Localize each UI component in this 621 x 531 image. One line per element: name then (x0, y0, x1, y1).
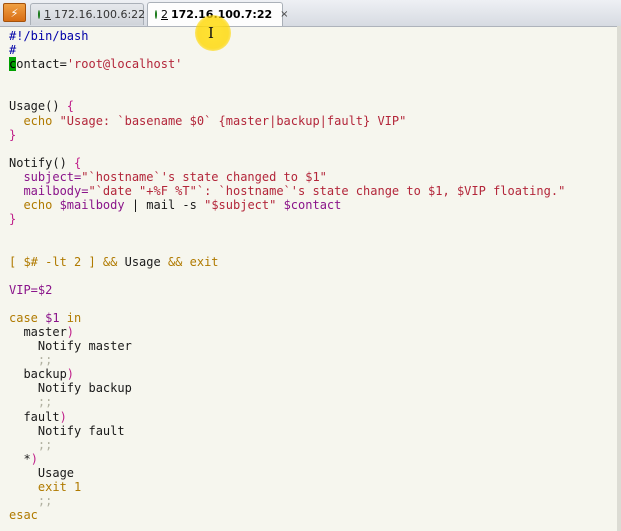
tab-session-1[interactable]: 1 172.16.100.6:22 (30, 3, 146, 25)
code-token: * (9, 451, 31, 466)
code-line: ;; (9, 437, 53, 452)
code-token: && exit (160, 254, 219, 269)
session-tab-bar: ⚡ 1 172.16.100.6:22 2 172.16.100.7:22 × (0, 0, 621, 27)
code-token: $1 (45, 310, 60, 325)
code-token: "`date "+%F %T"`: `hostname`'s state cha… (88, 184, 566, 199)
code-token: $mailbody (59, 198, 125, 213)
code-line: Notify fault (9, 423, 125, 438)
code-line: Notify master (9, 339, 132, 354)
code-token: Usage (124, 254, 161, 269)
code-line: ;; (9, 353, 53, 368)
code-token: | mail -s (124, 198, 205, 213)
code-token: case (9, 310, 46, 325)
code-token: 'root@localhost' (66, 57, 183, 72)
close-tab-icon[interactable]: × (280, 9, 288, 20)
code-token: [ $# -lt 2 ] && (9, 254, 125, 269)
connection-status-icon (155, 10, 157, 19)
code-token: "`hostname`'s state changed to $1" (81, 169, 327, 184)
code-token: Usage() (9, 99, 67, 114)
code-token: ontact= (16, 57, 67, 72)
code-token: "$subject" (204, 198, 277, 213)
terminal-editor[interactable]: #!/bin/bash # contact='root@localhost' U… (0, 26, 617, 531)
code-token: echo (9, 113, 60, 128)
tab-label: 172.16.100.6:22 (54, 8, 146, 21)
code-token: ) (30, 451, 38, 466)
code-token: master (9, 324, 67, 339)
code-token: { (66, 99, 75, 114)
code-token: fault (9, 409, 60, 424)
code-line: Usage (9, 465, 75, 480)
code-token: "Usage: `basename $0` {master|backup|fau… (59, 113, 407, 128)
code-token: ) (59, 409, 67, 424)
code-line: esac (9, 508, 38, 523)
code-token: backup (9, 367, 67, 382)
code-token: mailbody= (9, 184, 89, 199)
code-line: exit 1 (9, 480, 82, 494)
tab-number: 2 (161, 8, 168, 21)
text-cursor-icon: I (208, 24, 214, 42)
code-token: ) (66, 324, 75, 339)
code-line: } (9, 127, 17, 142)
code-line: ;; (9, 395, 53, 410)
code-token: echo (9, 198, 60, 213)
code-line: ;; (9, 494, 53, 509)
code-line: Notify backup (9, 381, 132, 396)
code-token: Notify() (9, 155, 75, 170)
script-content: #!/bin/bash # contact='root@localhost' U… (0, 26, 617, 522)
lightning-menu-icon[interactable]: ⚡ (3, 3, 26, 22)
code-token: { (74, 155, 82, 170)
connection-status-icon (38, 10, 40, 19)
code-line: #!/bin/bash (9, 29, 89, 43)
tab-number: 1 (44, 8, 51, 21)
code-line: # (9, 43, 17, 58)
code-token: ) (66, 367, 75, 382)
code-line: VIP=$2 (9, 282, 53, 297)
code-line: } (9, 212, 17, 227)
code-token: $contact (276, 198, 342, 213)
scrollbar[interactable] (617, 26, 621, 531)
code-token: in (59, 310, 82, 325)
code-token: subject= (9, 169, 82, 184)
